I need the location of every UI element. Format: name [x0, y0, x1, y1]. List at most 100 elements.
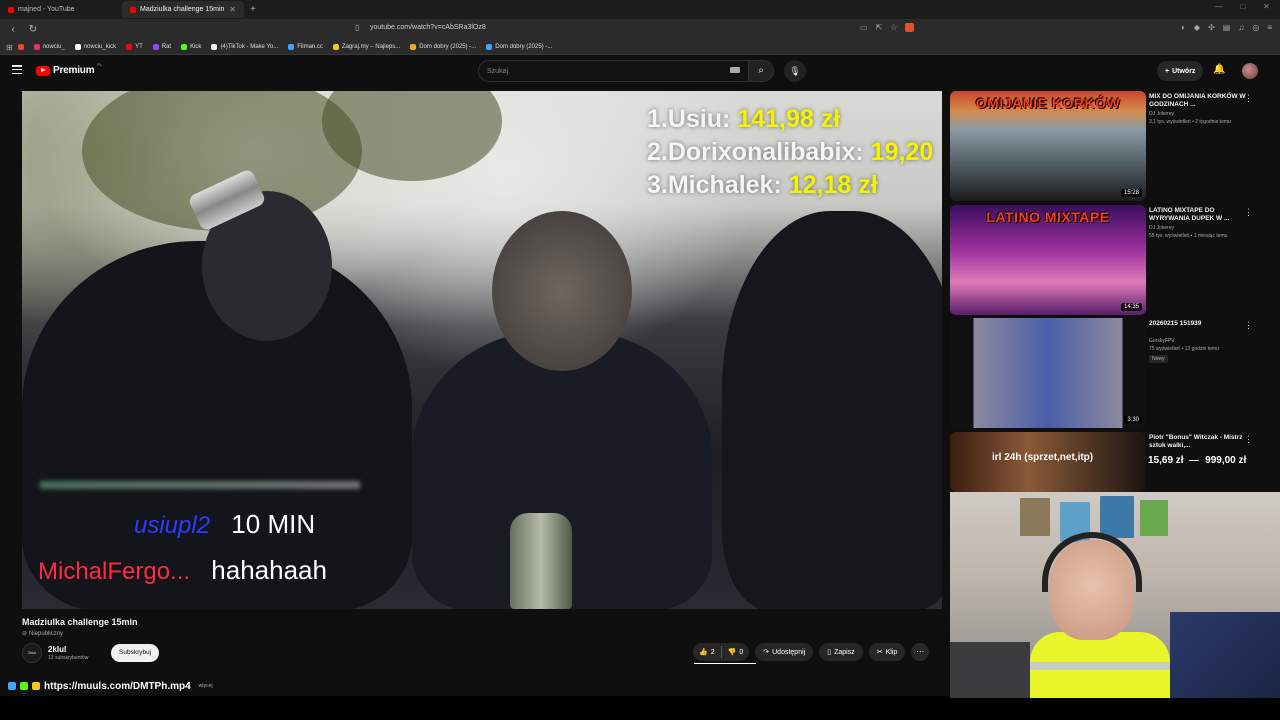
bookmark-item[interactable]: Kick — [176, 44, 206, 50]
extension-icon[interactable]: ◐ — [1181, 23, 1186, 32]
hamburger-menu-icon[interactable] — [12, 65, 22, 74]
recommendation-title[interactable]: MIX DO OMIJANIA KORKÓW W GODZINACH ... — [1149, 93, 1249, 109]
new-badge: Nowy — [1149, 355, 1168, 363]
emoji-icon — [20, 682, 28, 690]
bookmark-item[interactable]: Rat — [148, 44, 176, 50]
new-tab-button[interactable]: + — [244, 4, 262, 15]
bookmark-item[interactable]: Dom dobry (2025) -... — [405, 44, 481, 50]
video-thumbnail[interactable]: LATINO MIXTAPE 14:35 — [950, 205, 1146, 315]
channel-avatar[interactable]: 2klul — [22, 643, 42, 663]
bookmark-item[interactable]: nowciu_ — [29, 44, 70, 50]
apps-grid-icon[interactable]: ⊞ — [6, 43, 13, 52]
more-vertical-icon[interactable]: ⋮ — [1244, 320, 1253, 331]
recommendation-item[interactable]: LATINO MIXTAPE 14:35 LATINO MIXTAPE DO W… — [950, 205, 1270, 317]
bookmark-item[interactable]: Zagraj.my – Najleps... — [328, 44, 405, 50]
glass-bottle — [510, 513, 572, 609]
search-input[interactable]: Szukaj — [478, 60, 749, 82]
leaderboard-row: 1.Usiu: 141,98 zł — [647, 105, 841, 133]
close-window-icon[interactable]: ✕ — [1263, 2, 1270, 11]
search-button[interactable]: ⌕ — [749, 60, 774, 82]
keyboard-icon[interactable] — [730, 67, 740, 73]
share-button[interactable]: ↷ Udostępnij — [755, 643, 814, 661]
goal-target: 999,00 zł — [1205, 455, 1247, 466]
thumbnail-text: OMIJANIE KORKÓW — [975, 95, 1121, 111]
recommendation-item[interactable]: 3:30 20260215 151939 GorskyFPV 75 wyświe… — [950, 318, 1270, 430]
filman-icon — [288, 44, 295, 50]
wallet-icon[interactable]: ◎ — [1252, 23, 1259, 32]
browser-tab[interactable]: majned - YouTube — [0, 1, 122, 18]
more-vertical-icon[interactable]: ⋮ — [1244, 207, 1253, 218]
video-player[interactable]: 1.Usiu: 141,98 zł 2.Dorixonalibabix: 19,… — [22, 91, 942, 609]
twitch-icon — [152, 44, 159, 50]
video-duration: 15:28 — [1120, 189, 1142, 197]
reader-icon[interactable]: ▭ — [860, 23, 868, 32]
maximize-icon[interactable]: □ — [1240, 2, 1245, 11]
channel-name[interactable]: 2klul — [48, 645, 66, 654]
wall-poster — [1140, 500, 1168, 536]
more-actions-button[interactable]: ⋯ — [911, 643, 930, 661]
emoji-icon — [8, 682, 16, 690]
bookmark-item[interactable]: Filman.cc — [283, 44, 328, 50]
address-icons: ▭ ⇱ ☆ — [860, 23, 915, 32]
save-icon: ▯ — [827, 649, 832, 656]
recommendation-item[interactable]: OMIJANIE KORKÓW 15:28 MIX DO OMIJANIA KO… — [950, 91, 1270, 203]
bookmark-item[interactable]: (4)TikTok - Make Yo... — [206, 44, 283, 50]
save-button[interactable]: ▯ Zapisz — [819, 643, 863, 661]
recommendation-title[interactable]: LATINO MIXTAPE DO WYRYWANIA DUPEK W ... — [1149, 207, 1249, 223]
back-icon[interactable]: ‹ — [6, 24, 20, 35]
leaderboard-row: 2.Dorixonalibabix: 19,20 — [647, 138, 934, 166]
kick-icon — [181, 44, 188, 50]
description-link[interactable]: https://muuls.com/DMTPh.mp4 — [44, 681, 191, 692]
more-vertical-icon[interactable]: ⋮ — [1244, 93, 1253, 104]
bookmark-item[interactable]: Dom dobry (2025) -... — [481, 44, 557, 50]
vest-reflective-strip — [1030, 662, 1170, 670]
video-thumbnail[interactable]: 3:30 — [950, 318, 1146, 428]
youtube-logo[interactable]: Premium PL — [36, 62, 102, 76]
blurred-chat-line — [40, 481, 360, 489]
reload-icon[interactable]: ↻ — [26, 24, 40, 35]
bookmark-item[interactable]: YT — [121, 44, 148, 50]
leaderboard-row: 3.Michalek: 12,18 zł — [647, 171, 878, 199]
puzzle-icon[interactable]: ✣ — [1208, 23, 1215, 32]
bookmark-item[interactable] — [13, 44, 29, 50]
desk — [950, 642, 1030, 698]
visibility-label: ⊘ Niepubliczny — [22, 630, 64, 638]
like-dislike-group: 👍 2 👎 0 — [693, 643, 750, 661]
description-preview[interactable]: https://muuls.com/DMTPh.mp4 więcej — [0, 676, 945, 696]
like-button[interactable]: 👍 2 — [693, 648, 721, 657]
description-more[interactable]: więcej — [199, 683, 213, 689]
recommendation-channel[interactable]: DJ Jokerey — [1149, 111, 1174, 117]
recommendation-channel[interactable]: DJ Jokerey — [1149, 225, 1174, 231]
menu-icon[interactable]: ≡ — [1267, 23, 1272, 32]
notifications-bell-icon[interactable]: 🔔 — [1213, 64, 1225, 75]
zagraj-icon — [332, 44, 339, 50]
sidebar-icon[interactable]: ▤ — [1223, 23, 1231, 32]
share-icon[interactable]: ⇱ — [876, 23, 883, 32]
bookmark-star-icon[interactable]: ☆ — [890, 23, 897, 32]
brave-shield-icon[interactable] — [905, 23, 915, 32]
recommendation-channel[interactable]: GorskyFPV — [1149, 338, 1175, 344]
youtube-play-icon — [36, 65, 50, 76]
recommendation-title[interactable]: 20260215 151939 — [1149, 320, 1249, 328]
bookmark-item[interactable]: nowciu_kick — [70, 44, 121, 50]
url-field[interactable]: youtube.com/watch?v=cAbSRa3lOz8 — [370, 24, 486, 31]
account-avatar[interactable] — [1242, 63, 1258, 79]
clip-button[interactable]: ✂ Klip — [868, 643, 906, 661]
headphones — [1042, 532, 1142, 592]
close-tab-icon[interactable]: ✕ — [229, 5, 236, 14]
video-thumbnail[interactable]: OMIJANIE KORKÓW 15:28 — [950, 91, 1146, 201]
recommendation-title[interactable]: Piotr "Bonus" Witczak - Mistrz sztuk wal… — [1149, 434, 1249, 450]
bookmark-icon[interactable]: ▯ — [355, 23, 359, 32]
voice-search-button[interactable]: 🎙 — [784, 60, 806, 82]
subscribe-button[interactable]: Subskrybuj — [111, 644, 160, 662]
extension-icon[interactable]: ◆ — [1194, 23, 1200, 32]
more-vertical-icon[interactable]: ⋮ — [1244, 434, 1253, 445]
extension-icons: ◐ ◆ ✣ ▤ ♫ ◎ ≡ — [1181, 23, 1272, 32]
tiktok-icon — [211, 44, 218, 50]
minimize-icon[interactable]: — — [1214, 2, 1222, 11]
create-button[interactable]: + Utwórz — [1157, 61, 1204, 81]
browser-tab-active[interactable]: Madziulka challenge 15min ✕ — [122, 1, 244, 18]
goal-amounts: 15,69 zł 999,00 zł — [1148, 455, 1246, 466]
dislike-button[interactable]: 👎 0 — [722, 648, 750, 657]
media-icon[interactable]: ♫ — [1238, 23, 1244, 32]
